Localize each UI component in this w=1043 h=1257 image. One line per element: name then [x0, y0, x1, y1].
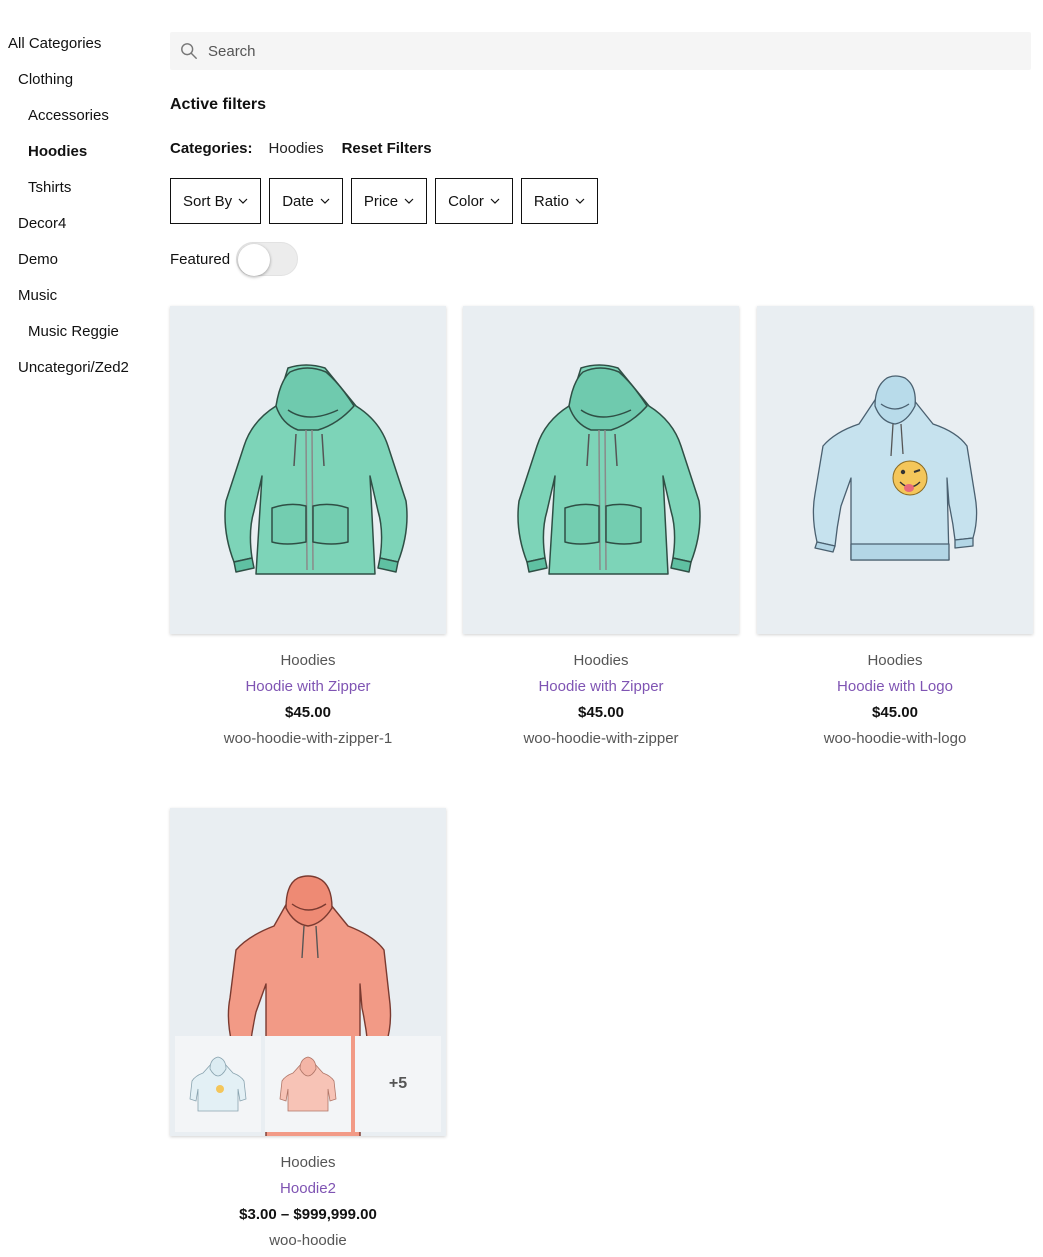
active-filters-heading: Active filters: [170, 96, 267, 113]
product-gallery-thumbnails: +5: [175, 1036, 441, 1132]
featured-toggle[interactable]: [236, 242, 299, 276]
chevron-down-icon: [575, 198, 585, 204]
active-filter-label: Categories:: [170, 140, 253, 157]
product-name-link[interactable]: Hoodie with Zipper: [463, 674, 739, 700]
dropdown-label: Date: [282, 192, 314, 210]
product-price: $3.00 – $999,999.00: [239, 1206, 377, 1223]
category-demo[interactable]: Demo: [0, 242, 160, 278]
blue-hoodie-thumbnail: [189, 1056, 247, 1112]
product-category: Hoodies: [867, 652, 923, 669]
chevron-down-icon: [238, 198, 248, 204]
price-dropdown[interactable]: Price: [350, 178, 428, 224]
category-clothing[interactable]: Clothing: [0, 62, 160, 98]
green-zip-hoodie-image: [224, 364, 408, 575]
product-name-link[interactable]: Hoodie with Logo: [757, 674, 1033, 700]
featured-filter: Featured: [170, 242, 299, 276]
product-slug: woo-hoodie: [269, 1232, 347, 1249]
dropdown-label: Ratio: [533, 192, 569, 210]
search-bar[interactable]: [170, 32, 1031, 70]
dropdown-label: Sort By: [183, 192, 233, 210]
featured-label: Featured: [170, 250, 231, 268]
date-dropdown[interactable]: Date: [269, 178, 343, 224]
green-zip-hoodie-image: [517, 364, 701, 575]
chevron-down-icon: [404, 198, 414, 204]
ratio-dropdown[interactable]: Ratio: [520, 178, 598, 224]
category-music-reggie[interactable]: Music Reggie: [0, 314, 160, 350]
product-image[interactable]: [757, 306, 1033, 634]
gallery-thumbnail[interactable]: [175, 1036, 261, 1132]
reset-filters-button[interactable]: Reset Filters: [342, 140, 432, 157]
chevron-down-icon: [320, 198, 330, 204]
pink-hoodie-thumbnail: [279, 1056, 337, 1112]
product-price: $45.00: [285, 704, 331, 721]
product-price: $45.00: [578, 704, 624, 721]
gallery-thumbnail[interactable]: [265, 1036, 351, 1132]
toggle-knob: [238, 244, 271, 276]
product-card: Hoodies Hoodie with Logo $45.00 woo-hood…: [757, 306, 1033, 752]
product-slug: woo-hoodie-with-zipper: [523, 730, 679, 747]
search-icon: [181, 43, 197, 59]
product-image[interactable]: +5: [170, 808, 446, 1136]
dropdown-label: Color: [448, 192, 484, 210]
product-category: Hoodies: [280, 652, 336, 669]
category-sidebar: All Categories Clothing Accessories Hood…: [0, 26, 160, 386]
dropdown-label: Price: [363, 192, 399, 210]
search-input[interactable]: [208, 42, 1008, 60]
product-image[interactable]: [463, 306, 739, 634]
category-accessories[interactable]: Accessories: [0, 98, 160, 134]
product-name-link[interactable]: Hoodie with Zipper: [170, 674, 446, 700]
product-card: +5 Hoodies Hoodie2 $3.00 – $999,999.00 w…: [170, 808, 446, 1254]
category-decor4[interactable]: Decor4: [0, 206, 160, 242]
product-card: Hoodies Hoodie with Zipper $45.00 woo-ho…: [170, 306, 446, 752]
category-hoodies[interactable]: Hoodies: [0, 134, 160, 170]
category-uncategorized[interactable]: Uncategori/Zed2: [0, 350, 160, 386]
product-card: Hoodies Hoodie with Zipper $45.00 woo-ho…: [463, 306, 739, 752]
product-slug: woo-hoodie-with-zipper-1: [223, 730, 393, 747]
active-filter-chip[interactable]: Hoodies: [269, 140, 324, 157]
product-slug: woo-hoodie-with-logo: [823, 730, 967, 747]
color-dropdown[interactable]: Color: [435, 178, 513, 224]
category-all[interactable]: All Categories: [0, 26, 160, 62]
sort-by-dropdown[interactable]: Sort By: [170, 178, 262, 224]
product-name-link[interactable]: Hoodie2: [170, 1176, 446, 1202]
product-category: Hoodies: [573, 652, 629, 669]
category-music[interactable]: Music: [0, 278, 160, 314]
active-filters-row: Categories: Hoodies Reset Filters: [170, 140, 432, 157]
chevron-down-icon: [490, 198, 500, 204]
product-price: $45.00: [872, 704, 918, 721]
filter-dropdowns: Sort By Date Price Color Ratio: [170, 178, 598, 224]
category-tshirts[interactable]: Tshirts: [0, 170, 160, 206]
product-category: Hoodies: [280, 1154, 336, 1171]
product-image[interactable]: [170, 306, 446, 634]
blue-logo-hoodie-image: [812, 375, 978, 561]
more-images-button[interactable]: +5: [355, 1036, 441, 1132]
